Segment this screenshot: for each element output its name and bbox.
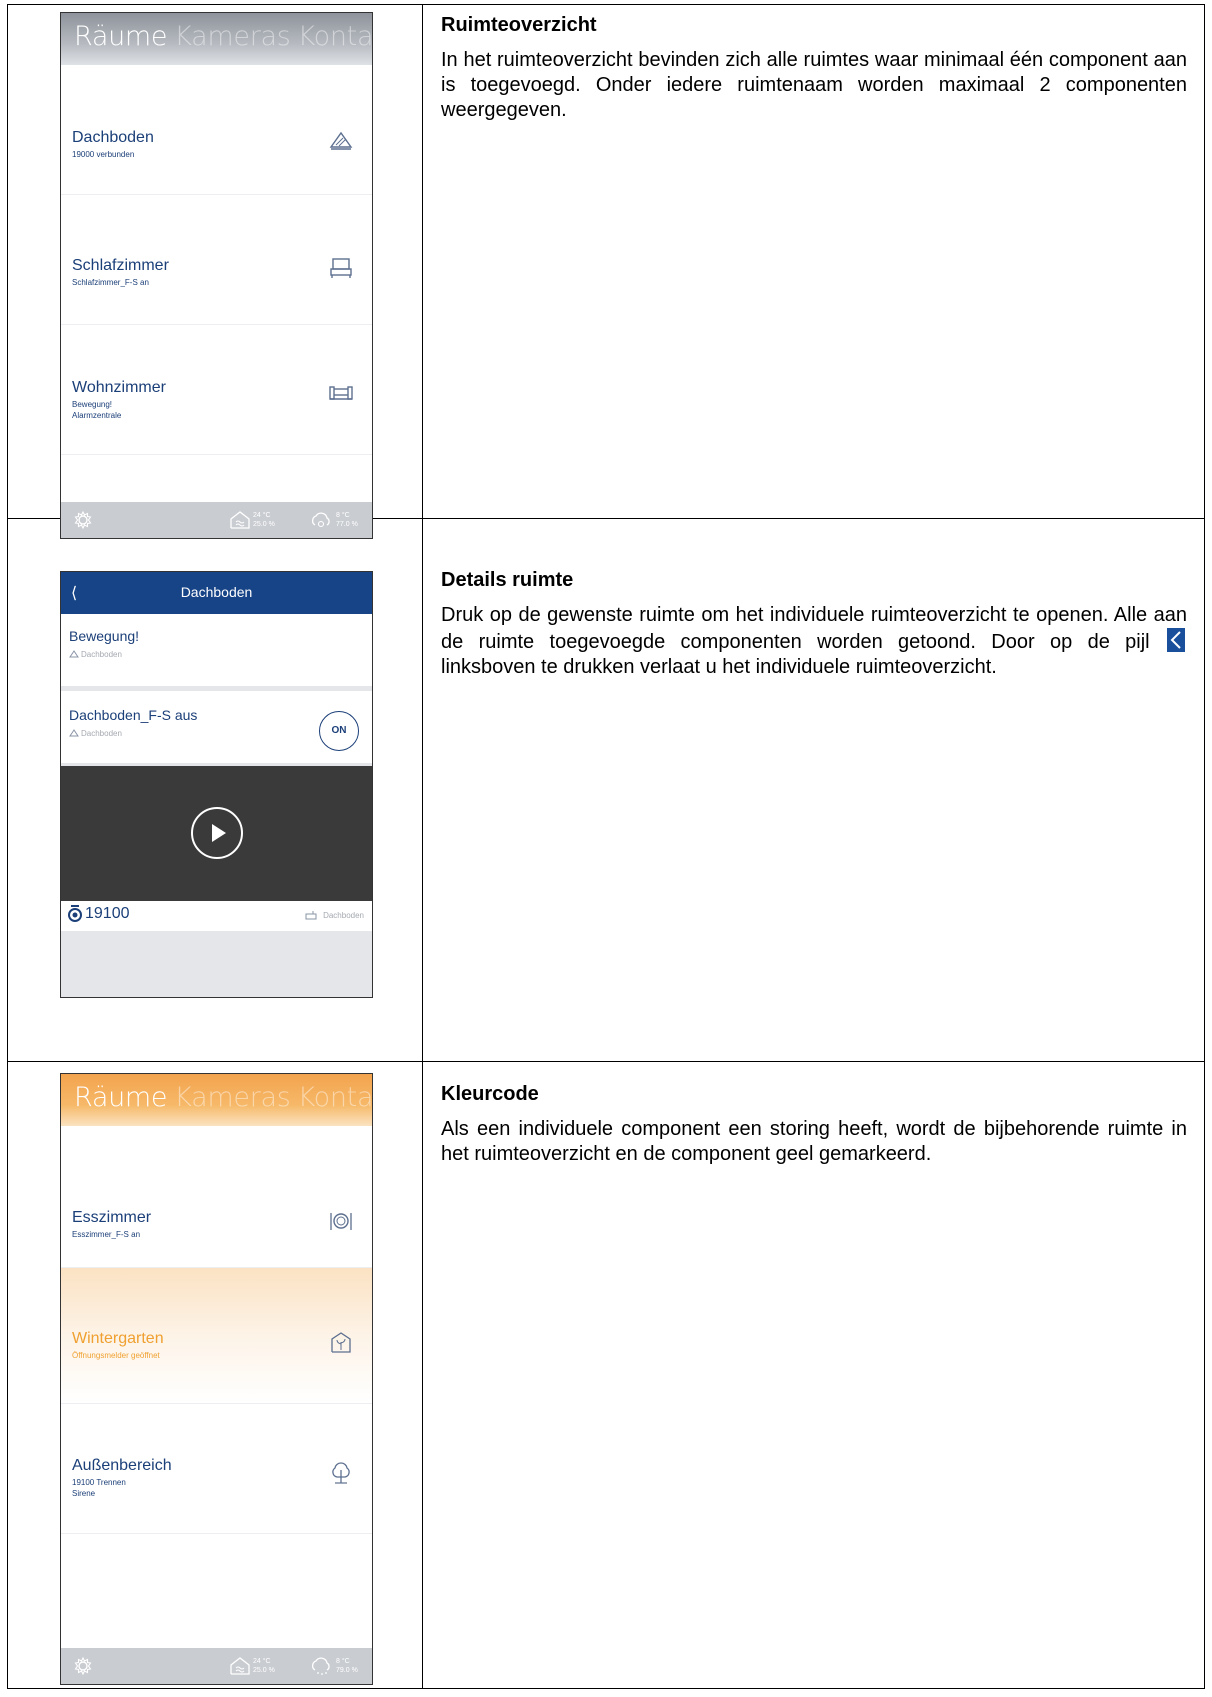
- section-body-part: Druk op de gewenste ruimte om het indivi…: [441, 604, 1187, 653]
- status-footer: 24 °C 25.0 % 8 °C 79.0 %: [61, 1648, 372, 1684]
- tree-icon: [332, 1462, 350, 1484]
- switch-on-button[interactable]: ON: [319, 711, 359, 751]
- component-name: Bewegung!: [69, 628, 140, 644]
- room-row-wintergarten-warning[interactable]: Wintergarten Öffnungsmelder geöffnet: [61, 1268, 372, 1404]
- section-details-ruimte: Details ruimte Druk op de gewenste ruimt…: [441, 567, 1187, 680]
- room-status: 19100 Trennen: [72, 1478, 126, 1487]
- table-divider-2: [7, 1061, 1205, 1062]
- tab-header: RäumeKamerasKontak: [61, 1074, 372, 1126]
- section-title: Kleurcode: [441, 1083, 539, 1105]
- camera-icon: [68, 905, 82, 922]
- room-row-schlafzimmer[interactable]: Schlafzimmer Schlafzimmer_F-S an: [61, 195, 372, 325]
- tab-kontakte[interactable]: Kontak: [298, 21, 372, 52]
- outdoor-temperature: 8 °C: [336, 512, 350, 519]
- table-border-left: [7, 4, 8, 1689]
- room-status: Öffnungsmelder geöffnet: [72, 1351, 160, 1360]
- tab-kameras[interactable]: Kameras: [174, 21, 291, 52]
- room-name: Wintergarten: [72, 1330, 164, 1347]
- room-status: Bewegung!: [72, 400, 113, 409]
- room-location-icon: [305, 911, 317, 920]
- room-row-aussenbereich[interactable]: Außenbereich 19100 Trennen Sirene: [61, 1404, 372, 1534]
- screenshot-room-overview: RäumeKamerasKontak Dachboden 19000 verbu…: [60, 12, 373, 539]
- section-body: Druk op de gewenste ruimte om het indivi…: [441, 603, 1187, 680]
- play-icon: [212, 824, 226, 842]
- indoor-temperature: 24 °C: [253, 1658, 271, 1665]
- section-ruimteoverzicht: Ruimteoverzicht In het ruimteoverzicht b…: [441, 12, 1187, 123]
- attic-icon: [69, 650, 79, 658]
- room-status: Esszimmer_F-S an: [72, 1230, 141, 1239]
- bed-icon: [330, 258, 352, 278]
- room-name: Wohnzimmer: [72, 379, 166, 396]
- dining-icon: [330, 1213, 352, 1230]
- section-title: Ruimteoverzicht: [441, 14, 597, 36]
- section-body: Als een individuele component een storin…: [441, 1118, 1187, 1165]
- details-title: Dachboden: [180, 584, 253, 600]
- room-status: Sirene: [72, 1489, 96, 1498]
- camera-info-bar: 19100 Dachboden: [61, 901, 372, 931]
- table-column-divider: [422, 4, 423, 1689]
- camera-location: Dachboden: [323, 911, 364, 920]
- camera-video-preview[interactable]: [61, 766, 372, 901]
- plant-house-icon: [331, 1332, 351, 1353]
- component-location: Dachboden: [81, 729, 122, 738]
- tab-raeume[interactable]: Räume: [74, 1082, 168, 1113]
- room-row-wohnzimmer[interactable]: Wohnzimmer Bewegung! Alarmzentrale: [61, 325, 372, 455]
- screenshot-color-code: RäumeKamerasKontak Esszimmer Esszimmer_F…: [60, 1073, 373, 1685]
- section-kleurcode: Kleurcode Als een individuele component …: [441, 1081, 1187, 1167]
- attic-icon: [329, 131, 353, 150]
- outdoor-temperature: 8 °C: [336, 1658, 350, 1665]
- tab-raeume[interactable]: Räume: [74, 21, 168, 52]
- sofa-icon: [329, 386, 353, 400]
- room-name: Dachboden: [72, 129, 154, 146]
- table-border-bottom: [7, 1688, 1205, 1689]
- indoor-climate-icon: [230, 1657, 250, 1675]
- indoor-climate-icon: [230, 511, 250, 529]
- settings-gear-icon[interactable]: [73, 510, 93, 530]
- room-status: Alarmzentrale: [72, 411, 122, 420]
- section-title: Details ruimte: [441, 569, 574, 591]
- tab-bar: RäumeKamerasKontak: [74, 21, 372, 52]
- attic-icon: [69, 729, 79, 737]
- settings-gear-icon[interactable]: [73, 1656, 93, 1676]
- camera-name: 19100: [85, 905, 130, 922]
- details-header: ⟨ Dachboden: [61, 572, 372, 614]
- table-border-top: [7, 4, 1205, 5]
- indoor-temperature: 24 °C: [253, 512, 271, 519]
- tab-kontakte[interactable]: Kontak: [298, 1082, 372, 1113]
- table-border-right: [1204, 4, 1205, 1689]
- room-row-dachboden[interactable]: Dachboden 19000 verbunden: [61, 65, 372, 195]
- room-name: Schlafzimmer: [72, 257, 169, 274]
- outdoor-humidity: 79.0 %: [336, 1667, 358, 1674]
- component-card-dachboden-fs[interactable]: Dachboden_F-S aus Dachboden ON: [61, 691, 372, 763]
- outdoor-humidity: 77.0 %: [336, 521, 358, 528]
- room-status: Schlafzimmer_F-S an: [72, 278, 149, 287]
- tab-header: RäumeKamerasKontak: [61, 13, 372, 65]
- back-arrow-icon: [1167, 628, 1185, 652]
- outdoor-weather-cloud-icon: [311, 512, 330, 528]
- section-body-part: linksboven te drukken verlaat u het indi…: [441, 656, 997, 678]
- room-name: Außenbereich: [72, 1457, 172, 1474]
- component-card-bewegung[interactable]: Bewegung! Dachboden: [61, 614, 372, 686]
- room-status: 19000 verbunden: [72, 150, 135, 159]
- indoor-humidity: 25.0 %: [253, 521, 275, 528]
- play-button[interactable]: [191, 807, 243, 859]
- status-footer: 24 °C 25.0 % 8 °C 77.0 %: [61, 502, 372, 538]
- indoor-humidity: 25.0 %: [253, 1667, 275, 1674]
- section-body: In het ruimteoverzicht bevinden zich all…: [441, 49, 1187, 121]
- tab-kameras[interactable]: Kameras: [174, 1082, 291, 1113]
- tab-bar: RäumeKamerasKontak: [74, 1082, 372, 1113]
- outdoor-weather-rain-icon: [311, 1657, 330, 1675]
- component-name: Dachboden_F-S aus: [69, 707, 198, 723]
- room-row-esszimmer[interactable]: Esszimmer Esszimmer_F-S an: [61, 1126, 372, 1268]
- room-name: Esszimmer: [72, 1209, 152, 1226]
- component-location: Dachboden: [81, 650, 122, 659]
- screenshot-room-details: ⟨ Dachboden Bewegung! Dachboden Dachbode…: [60, 571, 373, 998]
